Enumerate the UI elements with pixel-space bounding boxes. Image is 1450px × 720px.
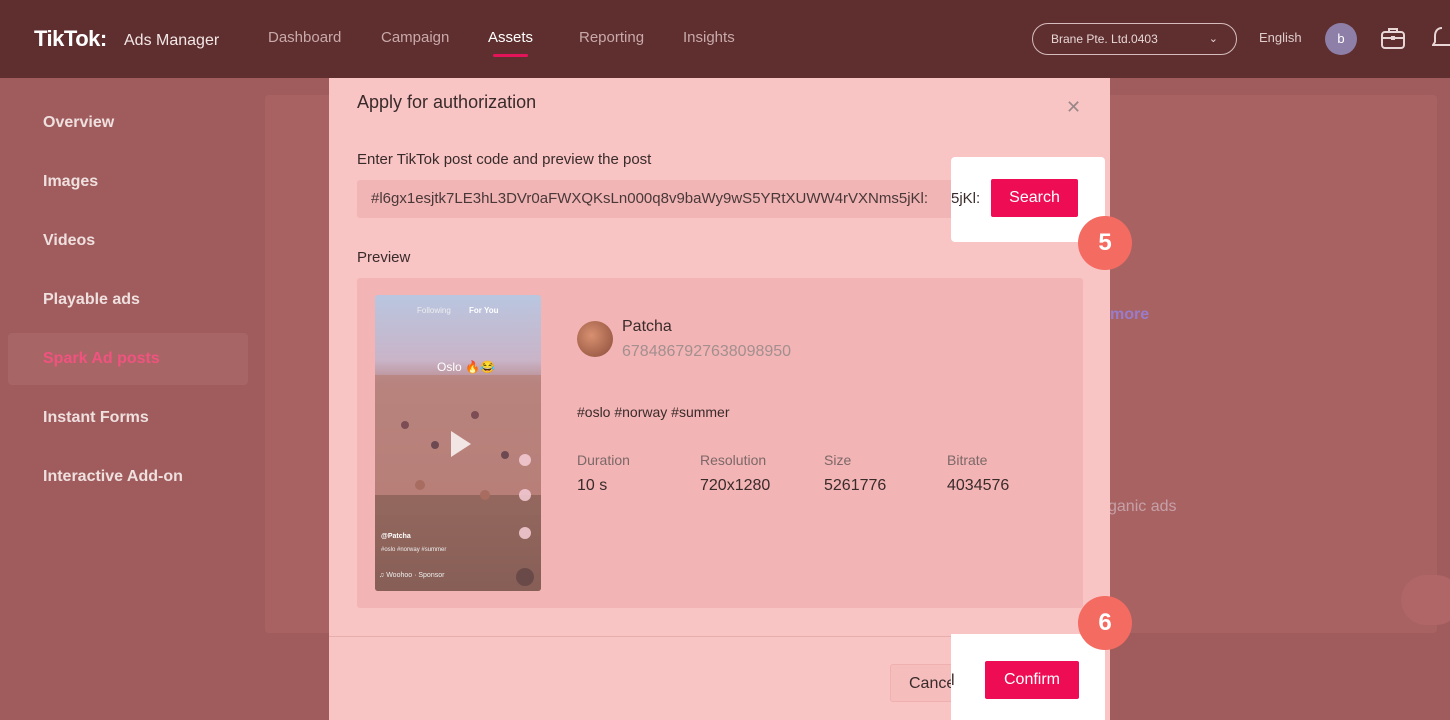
account-selector[interactable]: Brane Pte. Ltd.0403 ⌄	[1032, 23, 1237, 55]
language-switch[interactable]: English	[1259, 30, 1302, 45]
step-badge-6: 6	[1078, 596, 1132, 650]
post-preview: Following For You Oslo 🔥😂 @Patcha #oslo …	[357, 278, 1083, 608]
account-name: Brane Pte. Ltd.0403	[1051, 32, 1158, 46]
post-hashtags: #oslo #norway #summer	[577, 404, 730, 420]
bitrate-label: Bitrate	[947, 452, 988, 468]
post-code-input-tail[interactable]: 5jKl:	[951, 180, 991, 218]
duration-label: Duration	[577, 452, 630, 468]
preview-label: Preview	[357, 249, 411, 266]
video-thumbnail[interactable]: Following For You Oslo 🔥😂 @Patcha #oslo …	[375, 295, 541, 591]
nav-dashboard[interactable]: Dashboard	[268, 29, 341, 46]
ads-manager-label: Ads Manager	[124, 32, 220, 49]
sidebar-item-images[interactable]: Images	[43, 173, 98, 191]
resolution-value: 720x1280	[700, 477, 771, 494]
avatar	[577, 321, 613, 357]
close-icon[interactable]: ✕	[1066, 97, 1081, 118]
size-label: Size	[824, 452, 852, 468]
chevron-down-icon: ⌄	[1208, 33, 1218, 45]
modal-title: Apply for authorization	[357, 92, 537, 112]
organic-ads-text: ganic ads	[1108, 498, 1177, 515]
tiktok-logo[interactable]: TikTok:	[34, 26, 107, 52]
nav-insights[interactable]: Insights	[683, 29, 735, 46]
thumb-tags: #oslo #norway #summer	[381, 547, 447, 553]
post-code-label: Enter TikTok post code and preview the p…	[357, 151, 652, 168]
briefcase-icon[interactable]	[1380, 25, 1406, 56]
thumb-caption: Oslo 🔥😂	[437, 360, 495, 374]
nav-campaign[interactable]: Campaign	[381, 29, 449, 46]
confirm-button[interactable]: Confirm	[985, 661, 1079, 699]
top-nav-bar: TikTok: Ads Manager Dashboard Campaign A…	[0, 0, 1450, 78]
post-username: Patcha	[622, 318, 672, 335]
cancel-button-tail[interactable]: l	[951, 672, 955, 690]
thumb-music: ♫ Woohoo · Sponsor	[379, 572, 445, 579]
avatar[interactable]: b	[1325, 23, 1357, 55]
bitrate-value: 4034576	[947, 477, 1010, 494]
resolution-label: Resolution	[700, 452, 767, 468]
chat-support-icon[interactable]	[1401, 575, 1450, 625]
bell-icon[interactable]	[1431, 25, 1450, 56]
learn-more-link[interactable]: more	[1110, 306, 1149, 324]
sidebar-item-instant-forms[interactable]: Instant Forms	[43, 409, 149, 427]
nav-assets[interactable]: Assets	[488, 29, 533, 46]
nav-reporting[interactable]: Reporting	[579, 29, 644, 46]
sidebar-item-overview[interactable]: Overview	[43, 114, 114, 132]
sidebar-item-spark-ad-posts[interactable]: Spark Ad posts	[43, 350, 160, 368]
post-user-id: 6784867927638098950	[622, 343, 792, 360]
thumb-tab-for-you: For You	[469, 306, 499, 315]
duration-value: 10 s	[577, 477, 608, 494]
thumb-user: @Patcha	[381, 533, 411, 540]
sidebar-item-playable-ads[interactable]: Playable ads	[43, 291, 140, 309]
active-nav-indicator	[493, 54, 528, 57]
sidebar-item-interactive-addon[interactable]: Interactive Add-on	[43, 468, 183, 486]
post-code-input[interactable]: #l6gx1esjtk7LE3hL3DVr0aFWXQKsLn000q8v9ba…	[357, 180, 1007, 218]
search-button[interactable]: Search	[991, 179, 1078, 217]
size-value: 5261776	[824, 477, 887, 494]
thumb-tab-following: Following	[417, 306, 451, 315]
sidebar-item-videos[interactable]: Videos	[43, 232, 95, 250]
step-badge-5: 5	[1078, 216, 1132, 270]
